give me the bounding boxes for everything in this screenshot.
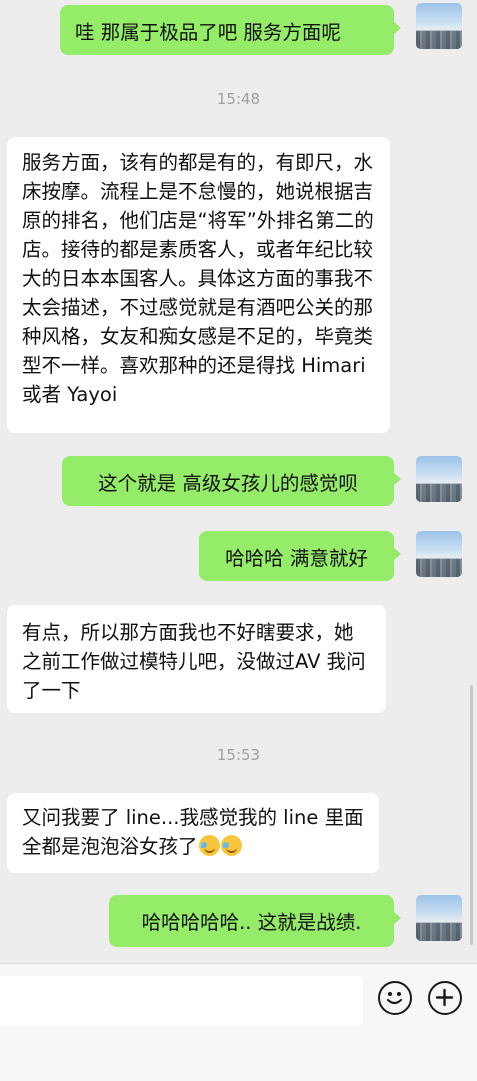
message-bubble-outgoing[interactable]: 这个就是 高级女孩儿的感觉呗 [62, 456, 401, 506]
message-text: 哈哈哈哈哈.. 这就是战绩. [141, 911, 362, 934]
message-bubble-outgoing[interactable]: 哈哈哈哈哈.. 这就是战绩. [109, 895, 401, 947]
plus-icon[interactable] [428, 981, 462, 1015]
emoji-icon[interactable] [378, 981, 412, 1015]
timestamp: 15:48 [216, 90, 261, 108]
input-bar [0, 963, 477, 1081]
user-avatar[interactable] [416, 895, 462, 941]
message-bubble-outgoing[interactable]: 哇 那属于极品了吧 服务方面呢 [60, 5, 401, 55]
scrollbar[interactable] [470, 685, 473, 945]
message-bubble-incoming[interactable]: 服务方面，该有的都是有的，有即尺，水床按摩。流程上是不怠慢的，她说根据吉原的排名… [7, 137, 390, 433]
message-text: 这个就是 高级女孩儿的感觉呗 [98, 472, 358, 495]
message-input[interactable] [0, 976, 363, 1026]
user-avatar[interactable] [416, 531, 462, 577]
message-bubble-outgoing[interactable]: 哈哈哈 满意就好 [199, 531, 401, 581]
laugh-cry-emoji [198, 835, 220, 856]
laugh-cry-emoji [220, 835, 242, 856]
message-text: 有点，所以那方面我也不好瞎要求，她之前工作做过模特儿吧，没做过AV 我问了一下 [22, 621, 366, 702]
message-bubble-incoming[interactable]: 又问我要了 line...我感觉我的 line 里面全都是泡泡浴女孩了 [7, 793, 379, 873]
timestamp: 15:53 [216, 746, 261, 764]
message-text: 服务方面，该有的都是有的，有即尺，水床按摩。流程上是不怠慢的，她说根据吉原的排名… [22, 151, 374, 406]
message-text: 哇 那属于极品了吧 服务方面呢 [75, 21, 341, 44]
message-bubble-incoming[interactable]: 有点，所以那方面我也不好瞎要求，她之前工作做过模特儿吧，没做过AV 我问了一下 [7, 605, 386, 713]
user-avatar[interactable] [416, 3, 462, 49]
message-text: 又问我要了 line...我感觉我的 line 里面全都是泡泡浴女孩了 [22, 806, 364, 858]
user-avatar[interactable] [416, 456, 462, 502]
message-text: 哈哈哈 满意就好 [225, 547, 368, 570]
